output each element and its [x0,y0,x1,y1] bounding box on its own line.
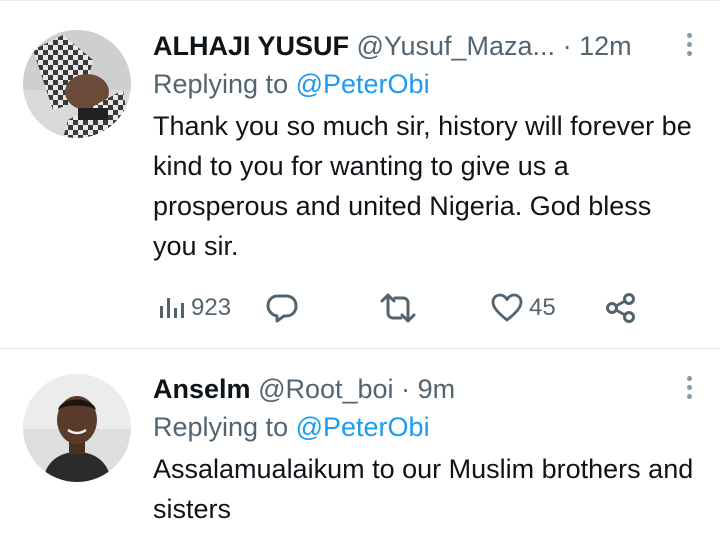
views-icon [160,298,184,318]
likes-count: 45 [529,294,556,321]
replying-handle-link[interactable]: @PeterObi [296,69,430,99]
replying-handle-link[interactable]: @PeterObi [296,412,430,442]
retweet-icon [380,293,416,323]
more-icon[interactable] [684,33,694,61]
views-button[interactable]: 923 [157,290,231,326]
user-handle[interactable]: @Root_boi [258,374,394,404]
reply-icon [266,294,298,323]
tweet-header: ALHAJI YUSUF @Yusuf_Maza... · 12m [153,28,700,64]
avatar[interactable] [23,374,131,482]
user-handle[interactable]: @Yusuf_Maza... [357,31,556,61]
display-name[interactable]: Anselm [153,374,251,404]
views-count: 923 [191,294,232,321]
reply-button[interactable] [265,290,299,326]
replying-prefix: Replying to [153,412,289,442]
meta-separator: · [401,374,411,404]
retweet-button[interactable] [380,290,416,326]
tweet-reply[interactable]: Anselm @Root_boi · 9m Replying to @Peter… [0,349,720,550]
avatar[interactable] [23,30,131,138]
tweet-text: Assalamualaikum to our Muslim brothers a… [153,454,694,524]
tweet-text: Thank you so much sir, history will fore… [153,111,692,261]
tweet-header: Anselm @Root_boi · 9m [153,371,700,407]
replying-to: Replying to @PeterObi [153,409,700,449]
timestamp[interactable]: 12m [579,31,632,61]
display-name[interactable]: ALHAJI YUSUF [153,31,349,61]
timestamp[interactable]: 9m [418,374,456,404]
replying-prefix: Replying to [153,69,289,99]
replying-to: Replying to @PeterObi [153,66,700,106]
meta-separator: · [562,31,572,61]
share-button[interactable] [605,290,637,326]
tweet-actions: 923 45 [153,284,653,334]
share-icon [606,293,635,323]
more-icon[interactable] [684,376,694,404]
tweet-reply[interactable]: ALHAJI YUSUF @Yusuf_Maza... · 12m Replyi… [0,0,720,348]
like-button[interactable]: 45 [491,290,556,326]
like-icon [491,293,523,322]
